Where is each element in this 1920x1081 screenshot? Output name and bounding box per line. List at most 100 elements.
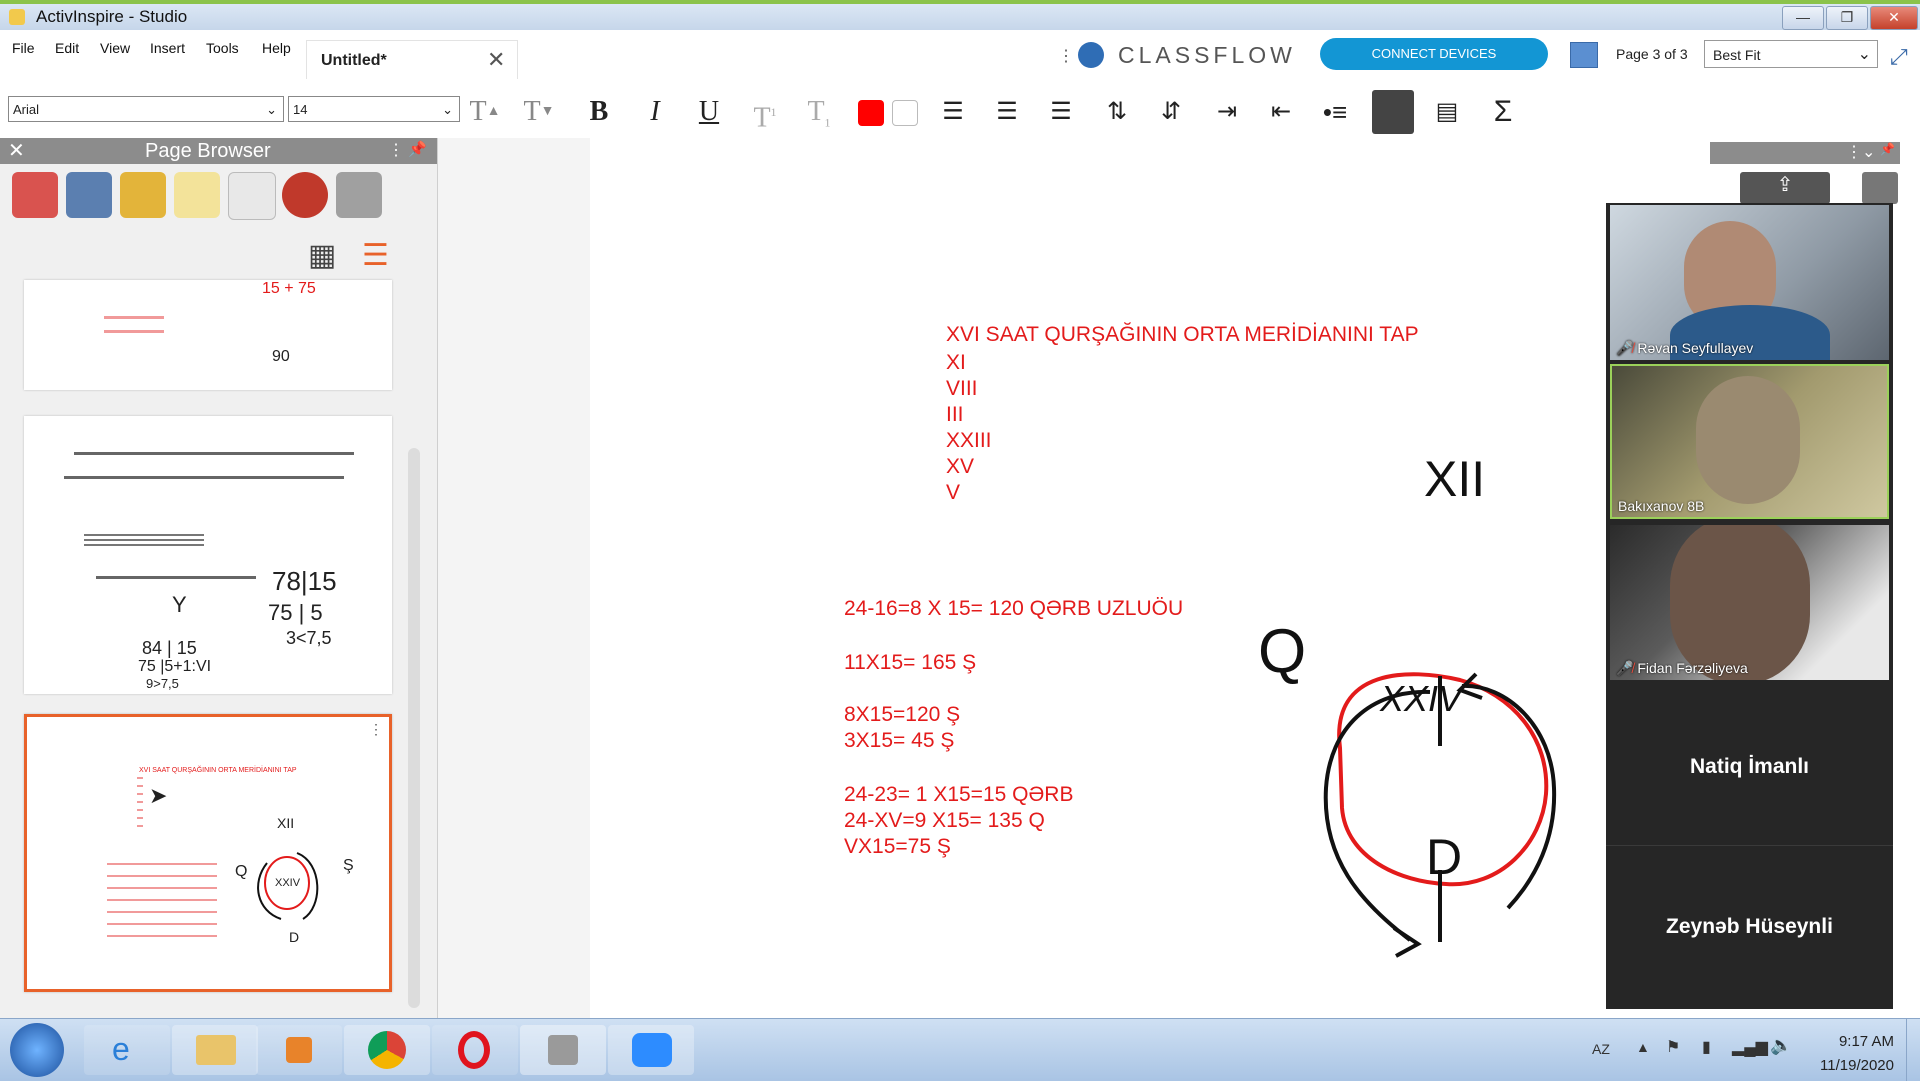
workspace-margin: [438, 138, 590, 1018]
symbols-panel-icon[interactable]: [1372, 90, 1414, 134]
panel-options-icon[interactable]: ⋮: [1846, 142, 1862, 162]
video-tile[interactable]: 🎤̸ Rəvan Seyfullayev: [1610, 205, 1889, 360]
align-left-icon[interactable]: ☰: [934, 94, 972, 130]
menu-tools[interactable]: Tools: [206, 40, 239, 56]
outdent-icon[interactable]: ⇤: [1262, 94, 1300, 130]
page-grid-icon[interactable]: [1570, 42, 1598, 68]
action-browser-icon[interactable]: [282, 172, 328, 218]
diagram-center-label: XXIV: [1380, 678, 1463, 719]
superscript-icon[interactable]: T1: [746, 94, 784, 133]
right-dock-header: ⋮ ⌄ 📌: [1710, 142, 1900, 164]
participant-name-tile[interactable]: Natiq İmanlı: [1606, 755, 1893, 779]
clock-date[interactable]: 11/19/2020: [1806, 1057, 1894, 1074]
language-indicator[interactable]: AZ: [1592, 1041, 1610, 1057]
thumb2-big2: 75 | 5: [268, 600, 323, 625]
network-icon[interactable]: ▂▄▆: [1732, 1037, 1768, 1057]
minimize-button[interactable]: —: [1782, 6, 1824, 30]
start-button[interactable]: [10, 1023, 64, 1077]
close-panel-icon[interactable]: ✕: [8, 138, 25, 163]
classflow-logo-icon: [1078, 42, 1104, 68]
paragraph-spacing-icon[interactable]: ⇵: [1152, 94, 1190, 130]
volume-icon[interactable]: 🔈: [1770, 1035, 1792, 1056]
ie-icon[interactable]: e: [84, 1025, 170, 1075]
connect-devices-button[interactable]: CONNECT DEVICES: [1320, 38, 1548, 70]
opera-icon[interactable]: [432, 1025, 518, 1075]
show-hidden-icons[interactable]: ▲: [1636, 1039, 1650, 1055]
highlight-color-swatch[interactable]: [892, 100, 918, 126]
flipchart-canvas[interactable]: XVI SAAT QURŞAĞININ ORTA MERİDİANINI TAP…: [590, 138, 1612, 1018]
menu-file[interactable]: File: [12, 40, 35, 56]
share-icon[interactable]: ⇪: [1740, 172, 1830, 204]
decrease-font-icon[interactable]: T▼: [520, 94, 558, 130]
restore-button[interactable]: ❐: [1826, 6, 1868, 30]
menu-insert[interactable]: Insert: [150, 40, 185, 56]
action-center-flag-icon[interactable]: ⚑: [1666, 1037, 1680, 1057]
text-box-icon[interactable]: ▤: [1428, 94, 1466, 130]
video-tile-active[interactable]: Bakıxanov 8B: [1610, 364, 1889, 519]
thumb3-right: Ş: [343, 857, 354, 874]
increase-font-icon[interactable]: T▲: [466, 94, 504, 130]
object-browser-icon[interactable]: [120, 172, 166, 218]
underline-icon[interactable]: U: [690, 94, 728, 130]
notes-browser-icon[interactable]: [174, 172, 220, 218]
indent-icon[interactable]: ⇥: [1208, 94, 1246, 130]
muted-mic-icon: 🎤̸: [1616, 340, 1634, 356]
grid-view-icon[interactable]: ▦: [308, 238, 336, 273]
pin-icon[interactable]: 📌: [408, 140, 427, 158]
show-desktop-button[interactable]: [1906, 1019, 1920, 1081]
media-player-icon[interactable]: [256, 1025, 342, 1075]
document-tab[interactable]: Untitled* ✕: [306, 40, 518, 79]
page-indicator: Page 3 of 3: [1616, 46, 1688, 62]
participant-name-tile[interactable]: Zeynəb Hüseynli: [1606, 915, 1893, 939]
menu-view[interactable]: View: [100, 40, 130, 56]
clock-time[interactable]: 9:17 AM: [1822, 1033, 1894, 1050]
thumb2-big4: 84 | 15: [142, 638, 197, 658]
menu-edit[interactable]: Edit: [55, 40, 79, 56]
page-browser-header: ✕ Page Browser ⋮ 📌: [0, 138, 437, 164]
text-color-swatch[interactable]: [858, 100, 884, 126]
font-size-select[interactable]: 14 ⌄: [288, 96, 460, 122]
user-icon[interactable]: [1862, 172, 1898, 204]
align-right-icon[interactable]: ☰: [1042, 94, 1080, 130]
chevron-down-icon[interactable]: ⌄: [1862, 142, 1875, 162]
list-view-icon[interactable]: ☰: [362, 238, 389, 273]
pin-icon[interactable]: 📌: [1880, 142, 1895, 156]
cursor-icon: ➤: [149, 783, 168, 808]
bold-icon[interactable]: B: [580, 94, 618, 130]
panel-scrollbar[interactable]: [408, 448, 420, 1008]
panel-options-icon[interactable]: ⋮: [388, 140, 404, 160]
diagram-top-label: XII: [1424, 451, 1486, 507]
line-spacing-icon[interactable]: ⇅: [1098, 94, 1136, 130]
zoom-app-icon[interactable]: [608, 1025, 694, 1075]
chrome-icon[interactable]: [344, 1025, 430, 1075]
thumb-options-icon[interactable]: ⋮: [369, 721, 383, 738]
thumb3-center: XXIV: [275, 877, 301, 889]
document-tab-label: Untitled*: [321, 52, 387, 69]
align-center-icon[interactable]: ☰: [988, 94, 1026, 130]
page-notes-icon[interactable]: [66, 172, 112, 218]
subscript-icon[interactable]: T1: [800, 94, 838, 130]
menu-help[interactable]: Help: [262, 40, 291, 56]
more-options-icon[interactable]: ⋮: [1058, 46, 1074, 66]
page-thumbnail-2[interactable]: Y 78|15 75 | 5 3<7,5 84 | 15 75 |5+1:VI …: [24, 416, 392, 694]
bullet-list-icon[interactable]: •≡: [1316, 94, 1354, 130]
canvas-list-item: XXIII: [946, 429, 992, 452]
font-select[interactable]: Arial ⌄: [8, 96, 284, 122]
video-tile[interactable]: 🎤̸ Fidan Fərzəliyeva: [1610, 525, 1889, 680]
voting-browser-icon[interactable]: [336, 172, 382, 218]
property-inspector-icon[interactable]: [228, 172, 276, 220]
sigma-icon[interactable]: Σ: [1484, 94, 1522, 130]
file-explorer-icon[interactable]: [172, 1025, 258, 1075]
zoom-value: Best Fit: [1713, 47, 1761, 63]
activinspire-icon[interactable]: [520, 1025, 606, 1075]
fullscreen-icon[interactable]: ⤢: [1890, 44, 1908, 70]
zoom-select[interactable]: Best Fit ⌄: [1704, 40, 1878, 68]
close-window-button[interactable]: ✕: [1870, 6, 1918, 30]
resource-library-icon[interactable]: [12, 172, 58, 218]
page-thumbnail-1[interactable]: 15 + 75 90: [24, 280, 392, 390]
close-tab-icon[interactable]: ✕: [487, 47, 505, 73]
canvas-title: XVI SAAT QURŞAĞININ ORTA MERİDİANINI TAP: [946, 323, 1419, 346]
italic-icon[interactable]: I: [636, 94, 674, 130]
battery-icon[interactable]: ▮: [1702, 1037, 1711, 1057]
page-thumbnail-3[interactable]: ⋮ XVI SAAT QURŞAĞININ ORTA MERİDİANINI T…: [24, 714, 392, 992]
